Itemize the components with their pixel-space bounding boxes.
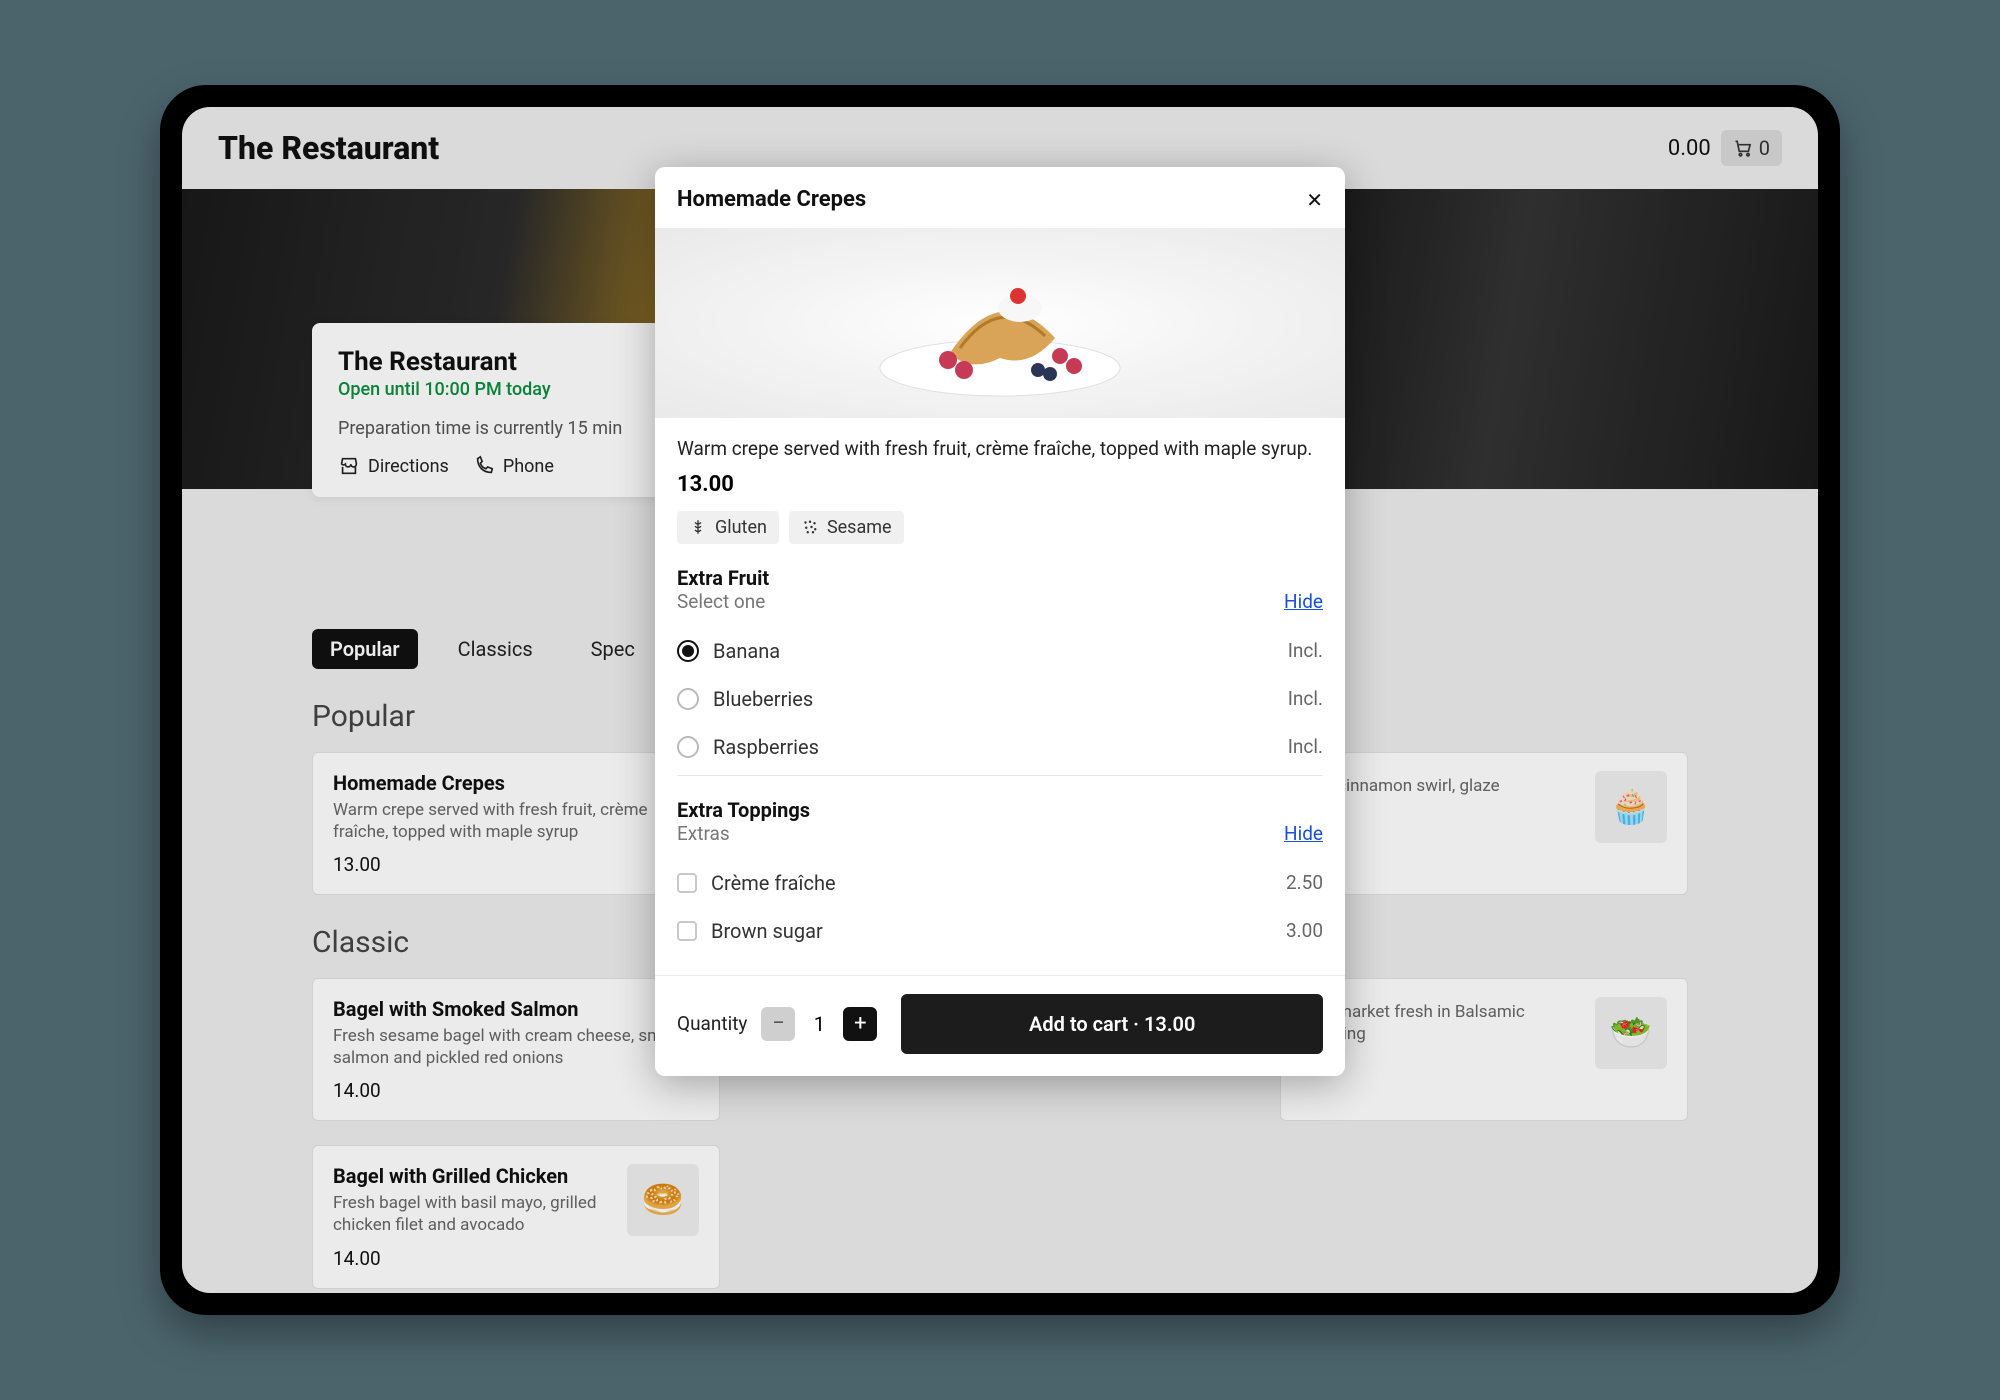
cart-icon [1733, 138, 1753, 158]
sesame-icon [801, 518, 819, 536]
wheat-icon [689, 518, 707, 536]
screen: The Restaurant 0.00 0 The Restaurant Ope… [182, 107, 1818, 1293]
hide-link[interactable]: Hide [1284, 590, 1323, 613]
phone-icon [473, 455, 495, 477]
phone-label: Phone [503, 456, 554, 477]
quantity-increase-button[interactable]: + [843, 1007, 877, 1041]
menu-item-name: Homemade Crepes [333, 771, 699, 795]
add-to-cart-button[interactable]: Add to cart · 13.00 [901, 994, 1323, 1054]
device-frame: The Restaurant 0.00 0 The Restaurant Ope… [160, 85, 1840, 1315]
quantity-decrease-button[interactable]: − [761, 1007, 795, 1041]
menu-item-thumb: 🥗 [1595, 997, 1667, 1069]
tab-specials[interactable]: Spec [573, 629, 653, 669]
hide-link[interactable]: Hide [1284, 822, 1323, 845]
option-row[interactable]: Crème fraîche 2.50 [677, 859, 1323, 907]
close-icon[interactable]: ✕ [1306, 188, 1323, 212]
menu-item-desc: Fresh sesame bagel with cream cheese, sm… [333, 1025, 699, 1069]
radio-icon [677, 736, 699, 758]
option-group-subtitle: Select one [677, 590, 769, 613]
menu-item-price: 13.00 [333, 853, 699, 876]
allergen-row: Gluten Sesame [677, 511, 1323, 544]
cart-total: 0.00 [1668, 136, 1711, 161]
menu-item-price: 14.00 [333, 1247, 611, 1270]
menu-item-thumb: 🧁 [1595, 771, 1667, 843]
option-row[interactable]: Banana Incl. [677, 627, 1323, 675]
menu-item-name: Bagel with Smoked Salmon [333, 997, 699, 1021]
option-price: Incl. [1288, 687, 1323, 710]
option-group-extra-fruit: Extra Fruit Select one Hide Banana Incl. [677, 566, 1323, 776]
option-group-subtitle: Extras [677, 822, 810, 845]
modal-title: Homemade Crepes [677, 187, 866, 212]
storefront-icon [338, 455, 360, 477]
option-row[interactable]: Brown sugar 3.00 [677, 907, 1323, 955]
menu-card[interactable]: Bagel with Grilled Chicken Fresh bagel w… [312, 1145, 720, 1288]
allergen-chip-sesame: Sesame [789, 511, 904, 544]
radio-icon [677, 640, 699, 662]
menu-item-name: Bagel with Grilled Chicken [333, 1164, 611, 1188]
menu-item-desc: Warm crepe served with fresh fruit, crèm… [333, 799, 699, 843]
item-modal: Homemade Crepes ✕ [655, 167, 1345, 1076]
cart-count: 0 [1759, 136, 1770, 160]
radio-icon [677, 688, 699, 710]
option-label: Crème fraîche [711, 871, 836, 895]
cart-button[interactable]: 0 [1721, 130, 1782, 166]
option-label: Brown sugar [711, 919, 823, 943]
option-price: Incl. [1288, 735, 1323, 758]
modal-image [655, 228, 1345, 418]
modal-price: 13.00 [677, 472, 1323, 497]
directions-label: Directions [368, 456, 449, 477]
option-group-title: Extra Fruit [677, 566, 769, 590]
option-price: Incl. [1288, 639, 1323, 662]
option-price: 2.50 [1286, 871, 1323, 894]
checkbox-icon [677, 873, 697, 893]
menu-item-thumb: 🥯 [627, 1164, 699, 1236]
tab-popular[interactable]: Popular [312, 629, 418, 669]
tab-classics[interactable]: Classics [440, 629, 551, 669]
option-label: Blueberries [713, 687, 813, 711]
modal-description: Warm crepe served with fresh fruit, crèm… [677, 436, 1323, 462]
brand-title: The Restaurant [218, 129, 439, 167]
directions-button[interactable]: Directions [338, 455, 449, 477]
option-row[interactable]: Raspberries Incl. [677, 723, 1323, 771]
modal-header: Homemade Crepes ✕ [655, 167, 1345, 228]
allergen-label: Sesame [827, 517, 892, 538]
menu-item-desc: Fresh bagel with basil mayo, grilled chi… [333, 1192, 611, 1236]
quantity-label: Quantity [677, 1012, 747, 1035]
cart-area: 0.00 0 [1668, 130, 1782, 166]
phone-button[interactable]: Phone [473, 455, 554, 477]
quantity-stepper: Quantity − 1 + [677, 1007, 877, 1041]
option-group-title: Extra Toppings [677, 798, 810, 822]
option-price: 3.00 [1286, 919, 1323, 942]
option-row[interactable]: Blueberries Incl. [677, 675, 1323, 723]
quantity-value: 1 [809, 1012, 829, 1036]
allergen-chip-gluten: Gluten [677, 511, 779, 544]
option-label: Banana [713, 639, 780, 663]
modal-footer: Quantity − 1 + Add to cart · 13.00 [655, 975, 1345, 1076]
option-group-extra-toppings: Extra Toppings Extras Hide Crème fraîche… [677, 798, 1323, 959]
checkbox-icon [677, 921, 697, 941]
option-label: Raspberries [713, 735, 819, 759]
allergen-label: Gluten [715, 517, 767, 538]
menu-item-price: 14.00 [333, 1079, 699, 1102]
